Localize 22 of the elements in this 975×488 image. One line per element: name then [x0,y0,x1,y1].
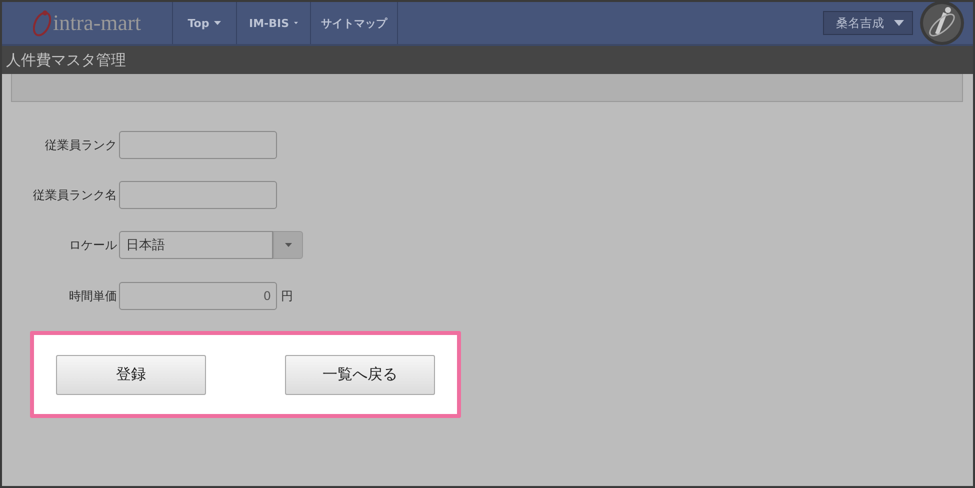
field-label: ロケール [68,236,118,254]
caret-icon [214,21,222,25]
action-button[interactable]: 登録 [56,354,206,394]
menu-item[interactable]: Top [172,2,236,44]
action-button[interactable]: 一覧へ戻る [285,354,435,394]
info-logo-icon[interactable] [919,2,965,46]
menu-item[interactable]: IM-BIS [236,2,310,44]
caret-icon [894,20,904,26]
page-title: 人件費マスタ管理 [6,50,126,70]
user-menu[interactable]: 桑名吉成 [823,11,913,35]
field-label: 従業員ランク [44,136,118,154]
logo-swoosh-icon [33,8,52,38]
input-field[interactable]: 0 [119,282,277,310]
unit-label: 円 [281,288,293,304]
caret-icon [294,21,298,25]
field-label: 時間単価 [68,288,118,304]
input-field[interactable] [119,181,277,209]
caret-icon [284,243,292,247]
menu-item[interactable]: サイトマップ [310,2,398,44]
logo-text: intra-mart [53,10,141,36]
field-label: 従業員ランク名 [32,186,118,204]
input-field[interactable] [119,131,277,159]
